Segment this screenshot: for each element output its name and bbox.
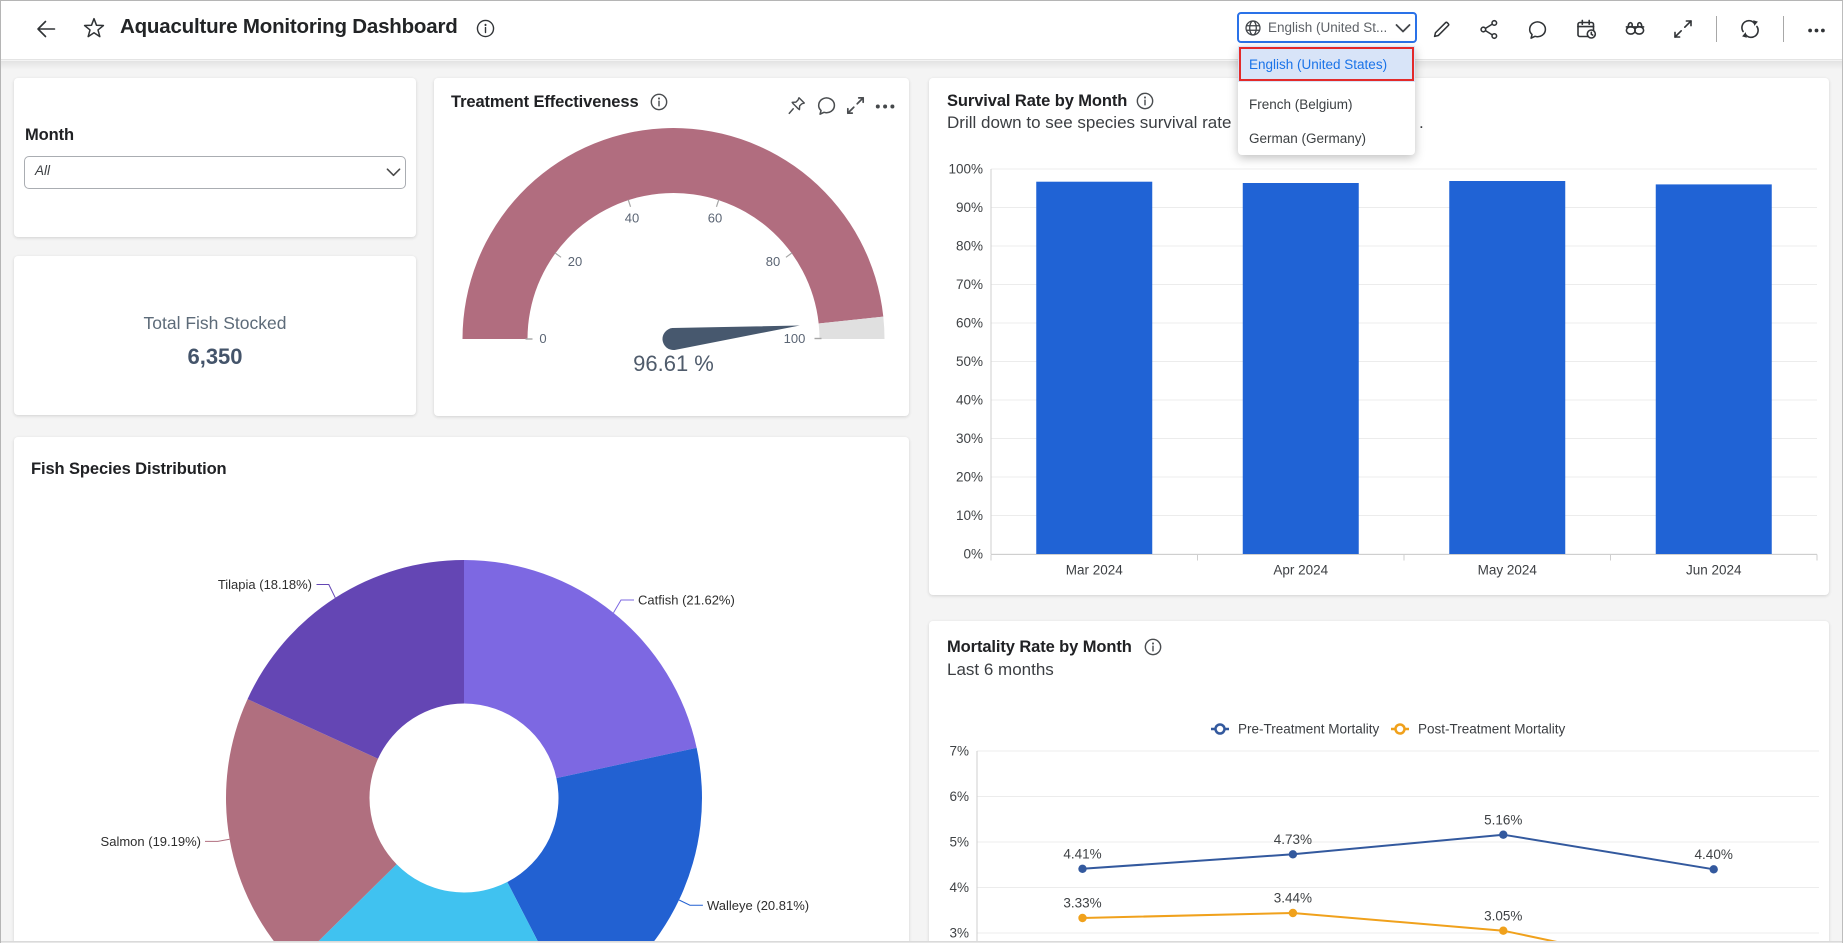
svg-text:10%: 10% <box>956 508 983 523</box>
svg-text:4.41%: 4.41% <box>1063 847 1101 862</box>
svg-text:70%: 70% <box>956 277 983 292</box>
svg-text:96.61 %: 96.61 % <box>633 351 714 376</box>
svg-text:4%: 4% <box>949 880 969 895</box>
svg-text:Jun 2024: Jun 2024 <box>1686 563 1742 578</box>
svg-text:6%: 6% <box>949 789 969 804</box>
svg-text:Pre-Treatment Mortality: Pre-Treatment Mortality <box>1238 722 1380 737</box>
svg-text:40: 40 <box>625 211 639 226</box>
svg-text:100: 100 <box>784 331 806 346</box>
svg-text:5.16%: 5.16% <box>1484 813 1522 828</box>
svg-text:40%: 40% <box>956 393 983 408</box>
svg-text:May 2024: May 2024 <box>1478 563 1538 578</box>
svg-text:Tilapia (18.18%): Tilapia (18.18%) <box>218 577 312 592</box>
svg-text:Salmon (19.19%): Salmon (19.19%) <box>101 834 201 849</box>
svg-text:3.33%: 3.33% <box>1063 896 1101 911</box>
svg-text:7%: 7% <box>949 744 969 759</box>
svg-text:3%: 3% <box>949 926 969 941</box>
svg-text:Mar 2024: Mar 2024 <box>1066 563 1124 578</box>
svg-text:60%: 60% <box>956 316 983 331</box>
svg-text:20%: 20% <box>956 470 983 485</box>
svg-text:50%: 50% <box>956 354 983 369</box>
svg-text:4.73%: 4.73% <box>1274 832 1312 847</box>
svg-text:80%: 80% <box>956 239 983 254</box>
svg-text:4.40%: 4.40% <box>1695 847 1733 862</box>
svg-text:30%: 30% <box>956 431 983 446</box>
svg-text:0: 0 <box>539 331 546 346</box>
svg-text:5%: 5% <box>949 835 969 850</box>
svg-text:60: 60 <box>708 211 722 226</box>
svg-text:Post-Treatment Mortality: Post-Treatment Mortality <box>1418 722 1566 737</box>
svg-text:Apr 2024: Apr 2024 <box>1273 563 1328 578</box>
svg-text:Catfish (21.62%): Catfish (21.62%) <box>638 593 735 608</box>
svg-text:20: 20 <box>568 254 582 269</box>
svg-text:3.44%: 3.44% <box>1274 891 1312 906</box>
svg-text:90%: 90% <box>956 200 983 215</box>
svg-text:Walleye (20.81%): Walleye (20.81%) <box>707 898 809 913</box>
svg-text:0%: 0% <box>963 547 983 562</box>
svg-text:100%: 100% <box>948 162 983 177</box>
svg-text:80: 80 <box>766 254 780 269</box>
svg-text:3.05%: 3.05% <box>1484 909 1522 924</box>
